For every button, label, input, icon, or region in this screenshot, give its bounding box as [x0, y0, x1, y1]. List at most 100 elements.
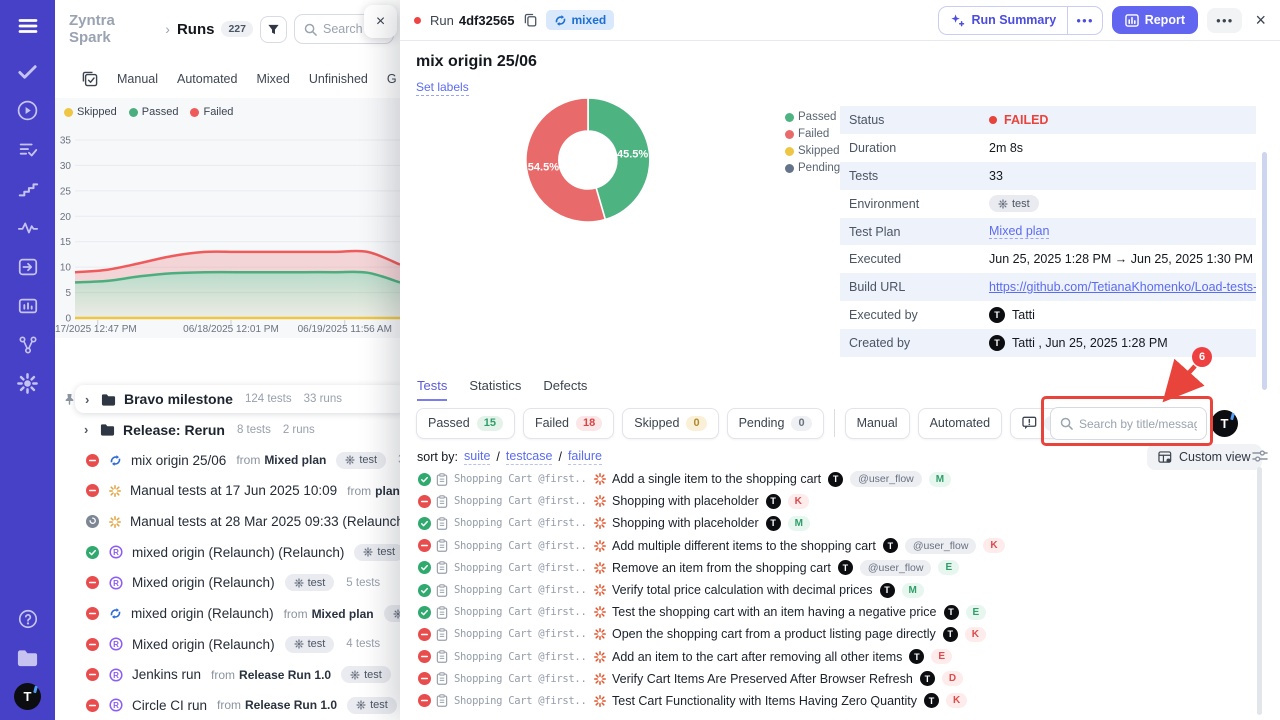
test-row[interactable]: Shopping Cart @first...Test Cart Functio… [400, 690, 1268, 712]
run-row[interactable]: RMixed origin (Relaunch)test4 tests [55, 629, 400, 659]
tab-g[interactable]: G [387, 72, 397, 86]
run-summary-more-button[interactable]: ●●● [1067, 7, 1102, 34]
custom-view-button[interactable]: Custom view [1147, 444, 1262, 470]
report-button[interactable]: Report [1112, 6, 1198, 34]
run-row[interactable]: Manual tests at 17 Jun 2025 10:09frompla… [55, 476, 400, 506]
plans-icon[interactable] [0, 130, 55, 169]
set-labels-link[interactable]: Set labels [416, 80, 469, 96]
run-row[interactable]: RCircle CI runfromRelease Run 1.0test13 … [55, 690, 400, 720]
panel-close-button[interactable]: × [364, 5, 397, 38]
runs-icon[interactable] [0, 91, 55, 130]
test-plan-link[interactable]: Mixed plan [989, 224, 1049, 239]
settings-icon[interactable] [0, 364, 55, 403]
sort-option-testcase[interactable]: testcase [506, 449, 553, 465]
breadcrumb-app[interactable]: Zyntra Spark [69, 12, 158, 46]
chip-pending[interactable]: Pending0 [727, 408, 824, 439]
run-name: mixed origin (Relaunch) [131, 606, 274, 621]
assignee-avatar[interactable]: T [1211, 410, 1238, 437]
chip-failed[interactable]: Failed18 [523, 408, 614, 439]
tests-search-input[interactable] [1079, 417, 1197, 431]
build-url-link[interactable]: https://github.com/TetianaKhomenko/Load-… [989, 280, 1256, 294]
run-row[interactable]: RMixed origin (Relaunch)test5 tests [55, 568, 400, 598]
chip-skipped[interactable]: Skipped0 [622, 408, 718, 439]
environment-badge: test [336, 452, 386, 469]
analytics-icon[interactable] [0, 286, 55, 325]
test-row[interactable]: Shopping Cart @first...Test the shopping… [400, 601, 1268, 623]
test-row[interactable]: Shopping Cart @first...Verify total pric… [400, 579, 1268, 601]
chevron-right-icon[interactable]: › [84, 422, 100, 437]
drawer-close-button[interactable]: × [1255, 10, 1266, 31]
more-options-button[interactable]: ●●● [1207, 8, 1243, 33]
run-summary-button[interactable]: Run Summary [939, 7, 1067, 34]
from-label: from [217, 698, 241, 712]
branches-icon[interactable] [0, 325, 55, 364]
chip-manual[interactable]: Manual [845, 408, 910, 439]
projects-icon[interactable] [0, 638, 55, 677]
test-title: Verify total price calculation with deci… [612, 583, 873, 597]
help-icon[interactable] [0, 599, 55, 638]
passed-status-icon [418, 561, 431, 574]
detail-label: Duration [849, 141, 989, 155]
avatar: T [989, 335, 1005, 351]
runs-panel-header: Zyntra Spark › Runs 227 Search [C × [55, 0, 400, 58]
folder-row[interactable]: ›Bravo milestone124 tests33 runs [55, 384, 400, 414]
tab-manual[interactable]: Manual [117, 72, 158, 86]
menu-icon[interactable] [0, 0, 55, 52]
tab-statistics[interactable]: Statistics [469, 378, 521, 401]
tab-mixed[interactable]: Mixed [256, 72, 289, 86]
test-row[interactable]: Shopping Cart @first...Shopping with pla… [400, 512, 1268, 534]
chip-automated[interactable]: Automated [918, 408, 1002, 439]
run-type-badge[interactable]: mixed [546, 10, 615, 30]
breadcrumb-separator: › [165, 21, 170, 37]
spark-icon [594, 495, 606, 507]
tab-defects[interactable]: Defects [543, 378, 587, 401]
suite-icon [436, 539, 448, 552]
folder-name: Release: Rerun [123, 422, 225, 438]
sort-option-suite[interactable]: suite [464, 449, 490, 465]
steps-icon[interactable] [0, 169, 55, 208]
tab-unfinished[interactable]: Unfinished [309, 72, 368, 86]
environment-badge: test [285, 574, 335, 591]
svg-text:10: 10 [60, 263, 72, 274]
avatar: T [944, 605, 959, 620]
legend-item-passed: Passed [129, 106, 179, 118]
runs-filter-tabs: Manual Automated Mixed Unfinished G [55, 62, 400, 96]
tab-tests[interactable]: Tests [417, 378, 447, 401]
run-row[interactable]: mix origin 25/06fromMixed plantest33 tes… [55, 445, 400, 475]
from-label: from [347, 484, 371, 498]
copy-icon[interactable] [524, 13, 537, 27]
svg-text:06/18/2025 12:01 PM: 06/18/2025 12:01 PM [183, 324, 279, 335]
import-icon[interactable] [0, 247, 55, 286]
run-row[interactable]: RJenkins runfromRelease Run 1.0test13 te… [55, 660, 400, 690]
run-name: Manual tests at 17 Jun 2025 10:09 [130, 483, 337, 498]
test-row[interactable]: Shopping Cart @first...Shopping with pla… [400, 490, 1268, 512]
select-runs-icon[interactable] [82, 71, 98, 87]
run-row[interactable]: mixed origin (Relaunch)fromMixed plantes… [55, 599, 400, 629]
test-row[interactable]: Shopping Cart @first...Open the shopping… [400, 623, 1268, 645]
folder-row[interactable]: ›Release: Rerun8 tests2 runs [55, 415, 400, 445]
test-row[interactable]: Shopping Cart @first...Remove an item fr… [400, 557, 1268, 579]
relaunch-icon: R [109, 698, 123, 712]
owner-badge: K [788, 494, 809, 509]
details-scrollbar[interactable] [1262, 152, 1267, 390]
run-row[interactable]: Manual tests at 28 Mar 2025 09:33 (Relau… [55, 507, 400, 537]
run-summary-label: Run Summary [971, 13, 1056, 27]
sort-option-failure[interactable]: failure [568, 449, 602, 465]
pinned-folder-card[interactable]: ›Bravo milestone124 tests33 runs [75, 385, 400, 413]
failed-status-icon [418, 650, 431, 663]
test-row[interactable]: Shopping Cart @first...Add an item to th… [400, 646, 1268, 668]
tests-icon[interactable] [0, 52, 55, 91]
filter-button[interactable] [260, 16, 287, 43]
tab-automated[interactable]: Automated [177, 72, 237, 86]
user-avatar[interactable]: T [14, 683, 41, 710]
run-row[interactable]: Rmixed origin (Relaunch) (Relaunch)test [55, 537, 400, 567]
view-settings-icon[interactable] [1252, 449, 1268, 463]
test-row[interactable]: Shopping Cart @first...Add multiple diff… [400, 535, 1268, 557]
pulse-icon[interactable] [0, 208, 55, 247]
chevron-right-icon[interactable]: › [85, 392, 101, 407]
chip-passed[interactable]: Passed15 [416, 408, 515, 439]
scrollbar[interactable] [1257, 467, 1262, 715]
test-row[interactable]: Shopping Cart @first...Verify Cart Items… [400, 668, 1268, 690]
failed-status-icon [418, 495, 431, 508]
test-row[interactable]: Shopping Cart @first...Add a single item… [400, 468, 1268, 490]
